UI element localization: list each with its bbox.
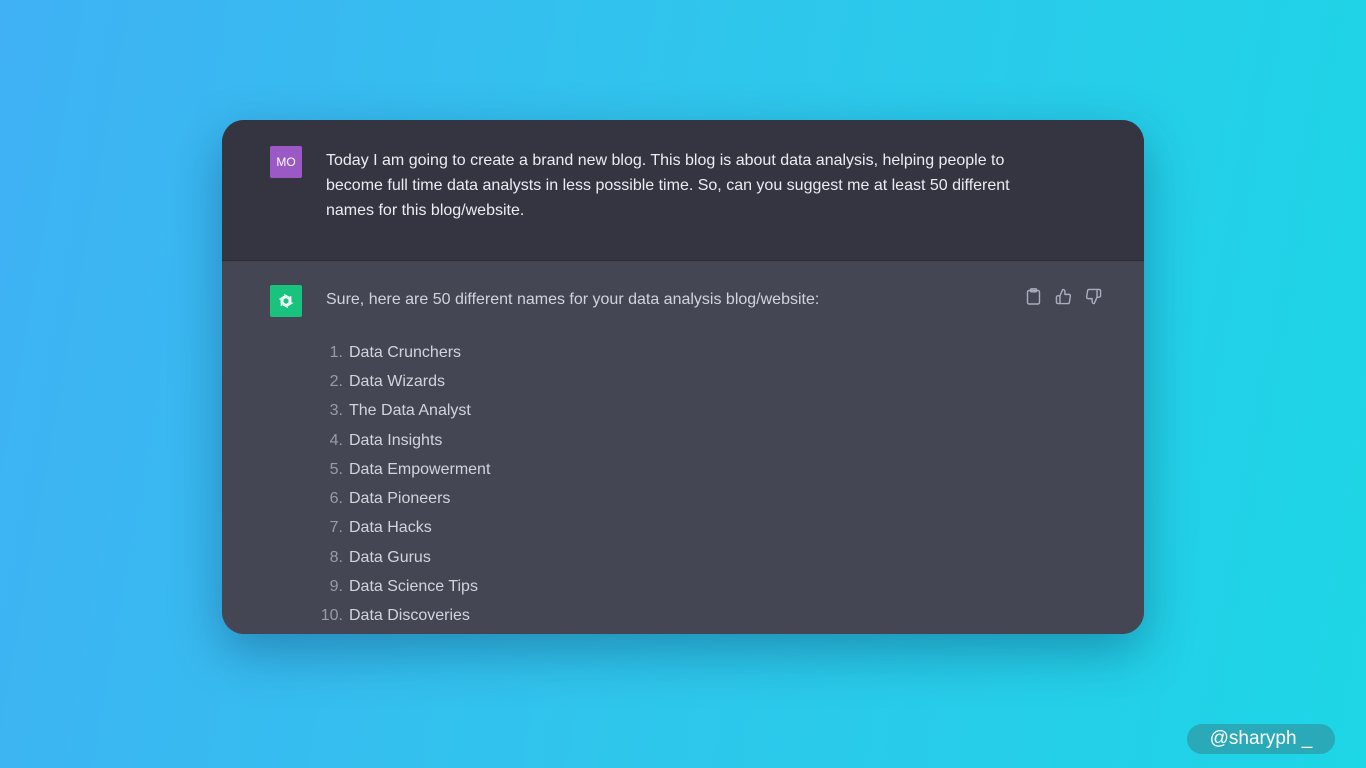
message-actions <box>1024 287 1102 305</box>
thumbs-down-icon[interactable] <box>1084 287 1102 305</box>
assistant-message-row: Sure, here are 50 different names for yo… <box>222 261 1144 634</box>
list-item-text: Data Gurus <box>349 548 431 566</box>
list-item: 10. Data Discoveries <box>306 602 490 631</box>
assistant-intro-text: Sure, here are 50 different names for yo… <box>326 291 820 308</box>
user-message-text: Today I am going to create a brand new b… <box>326 152 1010 219</box>
list-number: 3. <box>329 402 343 420</box>
clipboard-icon[interactable] <box>1024 287 1042 305</box>
openai-logo-icon <box>270 285 302 317</box>
list-item-text: Data Discoveries <box>349 607 470 625</box>
list-item: 9. Data Science Tips <box>306 572 490 601</box>
list-number: 6. <box>329 490 343 508</box>
list-number: 2. <box>329 372 343 390</box>
author-watermark: @sharyph _ <box>1187 724 1335 754</box>
list-item-text: Data Wizards <box>349 372 446 390</box>
list-number: 1. <box>329 343 343 361</box>
list-number: 9. <box>329 578 343 596</box>
list-number: 10. <box>320 607 343 625</box>
list-item-text: Data Crunchers <box>349 343 462 361</box>
list-item-text: The Data Analyst <box>349 402 471 420</box>
list-item-text: Data Hacks <box>349 519 432 537</box>
list-item: 1. Data Crunchers <box>306 338 490 367</box>
list-item: 8. Data Gurus <box>306 543 490 572</box>
list-number: 4. <box>329 431 343 449</box>
list-number: 7. <box>329 519 343 537</box>
user-avatar: MO <box>270 146 302 178</box>
list-number: 5. <box>329 460 343 478</box>
list-item-text: Data Insights <box>349 431 443 449</box>
list-item: 2. Data Wizards <box>306 367 490 396</box>
list-item: 3. The Data Analyst <box>306 397 490 426</box>
list-item: 4. Data Insights <box>306 426 490 455</box>
list-item: 7. Data Hacks <box>306 514 490 543</box>
user-message-row: MO Today I am going to create a brand ne… <box>222 120 1144 261</box>
list-number: 8. <box>329 548 343 566</box>
list-item: 5. Data Empowerment <box>306 455 491 484</box>
list-item-text: Data Empowerment <box>349 460 491 478</box>
thumbs-up-icon[interactable] <box>1054 287 1072 305</box>
list-item-text: Data Pioneers <box>349 490 451 508</box>
chat-card: MO Today I am going to create a brand ne… <box>222 120 1144 634</box>
list-item-text: Data Science Tips <box>349 578 478 596</box>
list-item: 6. Data Pioneers <box>306 484 490 513</box>
blog-name-list: 1. Data Crunchers 2. Data Wizards 3. The Da… <box>306 338 491 631</box>
